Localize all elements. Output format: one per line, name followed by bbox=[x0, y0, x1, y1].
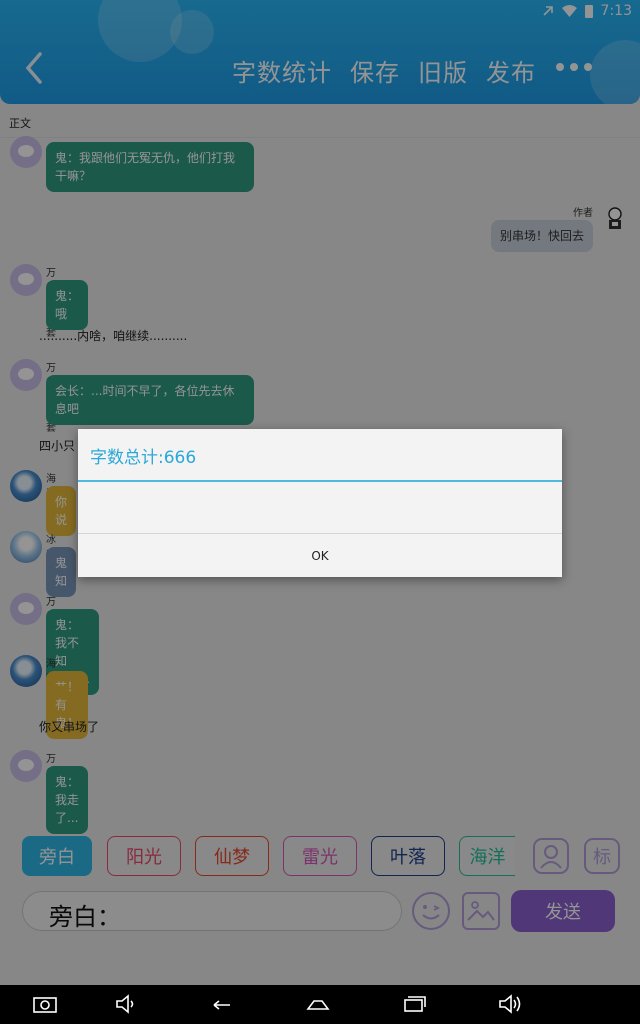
ok-button[interactable]: OK bbox=[78, 534, 562, 577]
volume-down-icon[interactable] bbox=[114, 993, 138, 1015]
word-count-dialog: 字数总计:666 OK bbox=[78, 429, 562, 577]
home-icon[interactable] bbox=[306, 993, 330, 1015]
recent-apps-icon[interactable] bbox=[403, 993, 427, 1015]
volume-up-icon[interactable] bbox=[498, 993, 522, 1015]
back-nav-icon[interactable] bbox=[210, 993, 234, 1015]
system-nav-bar bbox=[0, 985, 640, 1024]
dialog-title: 字数总计:666 bbox=[90, 448, 197, 468]
camera-icon[interactable] bbox=[33, 993, 57, 1015]
dialog-divider bbox=[78, 480, 562, 482]
